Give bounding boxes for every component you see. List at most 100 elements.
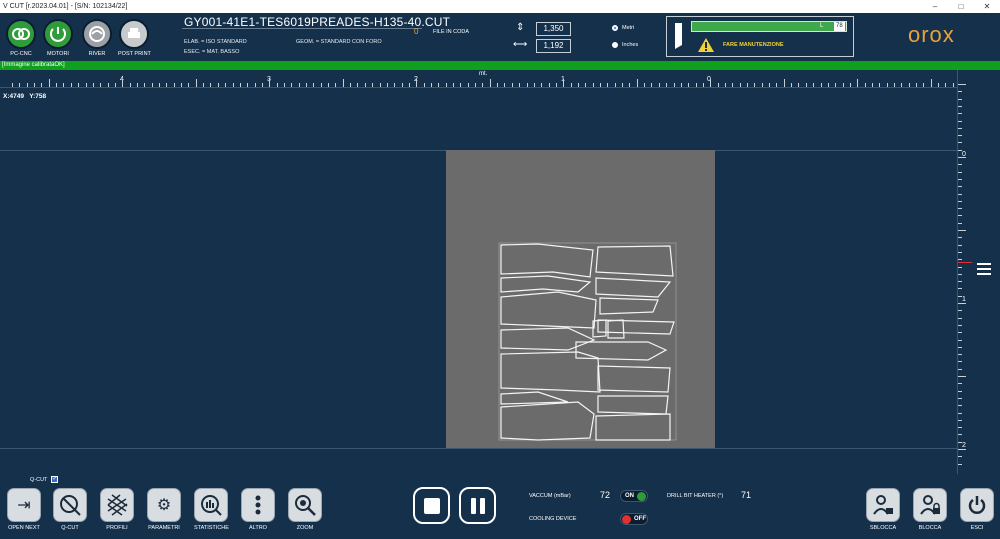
maximize-button[interactable]: □ [948,0,974,13]
window-titlebar: V CUT [r.2023.04.01] - [S/N: 102134/22] … [0,0,1000,13]
vruler-tick [958,142,962,144]
unlock-user-icon [866,488,900,522]
vruler-tick [958,332,962,334]
profili-button[interactable]: PROFILI [100,488,134,531]
vruler-tick [958,463,962,465]
maintenance-level-bar: L 78 [691,21,847,32]
ruler-tick [379,83,381,87]
ruler-tick [401,83,403,87]
vaccum-toggle[interactable]: ON [620,490,648,502]
cooling-toggle[interactable]: OFF [620,513,648,525]
ruler-tick [482,83,484,87]
ruler-tick [952,83,954,87]
river-icon [82,19,112,49]
vruler-tick [958,230,966,231]
vruler-tick [958,208,962,210]
ruler-tick [232,83,234,87]
horizontal-ruler: 4 3 2 1 0 mt. [0,70,957,88]
pause-icon [470,497,485,514]
parametri-button[interactable]: ⚙ PARAMETRI [147,488,181,531]
ruler-tick [19,83,21,87]
motori-button[interactable]: MOTORI [42,19,74,57]
ruler-tick [203,83,205,87]
ruler-tick [622,83,624,87]
vruler-tick [958,390,962,392]
qcut-checkbox[interactable]: Q-CUT ✓ [30,476,59,483]
ruler-tick [195,79,197,87]
blade-icon [675,23,682,49]
profiles-icon [100,488,134,522]
ruler-tick [938,83,940,87]
altro-button[interactable]: ALTRO [241,488,275,531]
file-name: GY001-41E1-TES6019PREADES-H135-40.CUT [184,15,451,29]
zoom-icon [288,488,322,522]
qcut-label: Q-CUT [30,476,48,483]
close-button[interactable]: ✕ [974,0,1000,13]
radio-selected-icon [612,25,618,31]
ruler-tick [747,83,748,87]
ruler-tick [533,83,535,87]
width-icon: ⟷ [513,39,528,50]
ruler-tick [680,83,682,87]
minimize-button[interactable]: – [922,0,948,13]
queue-label: FILE IN CODA [433,29,470,35]
nesting-pieces[interactable] [498,242,678,442]
ruler-tick [894,83,895,87]
river-button[interactable]: RIVER [81,19,113,57]
file-underline [182,28,422,29]
printer-icon [119,19,149,49]
ruler-tick [85,83,87,87]
ruler-tick [92,83,94,87]
ruler-tick [188,83,190,87]
ruler-tick [386,83,388,87]
unit-metri-radio[interactable]: Metri [612,25,634,31]
width-field[interactable]: 1,192 [536,39,571,53]
ruler-tick [394,83,396,87]
vruler-tick [958,397,962,399]
ruler-tick [901,83,903,87]
ruler-tick [930,79,932,87]
queue-count: 0 [414,27,419,36]
vruler-tick [958,412,962,414]
drill-heater-value: 71 [741,490,752,500]
ruler-tick [886,83,888,87]
height-field[interactable]: 1,350 [536,22,571,36]
hamburger-menu-icon[interactable] [977,263,991,278]
vruler-label-1: 1 [962,296,966,303]
ruler-tick [364,83,366,87]
esci-button[interactable]: ESCI [960,488,994,531]
statistiche-button[interactable]: STATISTICHE [194,488,229,531]
motor-icon [43,19,73,49]
sblocca-button[interactable]: SBLOCCA [866,488,900,531]
vruler-tick [958,120,962,122]
ruler-tick [570,83,572,87]
brand-logo: orox [908,22,955,47]
pause-button[interactable] [459,487,496,524]
pc-cnc-button[interactable]: PC-CNC [5,19,37,57]
ruler-tick [225,83,227,87]
post-print-button[interactable]: POST PRINT [118,19,151,57]
open-next-button[interactable]: ⇥ OPEN NEXT [7,488,41,531]
stop-button[interactable] [413,487,450,524]
ruler-tick [666,83,668,87]
vruler-tick [958,339,962,341]
vruler-tick [958,259,962,261]
vruler-tick [958,178,962,180]
ruler-tick [541,83,543,87]
open-next-icon: ⇥ [7,488,41,522]
zoom-button[interactable]: ZOOM [288,488,322,531]
vaccum-value: 72 [600,490,611,500]
unit-inches-radio[interactable]: Inches [612,42,638,48]
qcut-button[interactable]: Q-CUT [53,488,87,531]
ruler-tick [342,79,344,87]
ruler-tick [107,83,109,87]
vruler-tick [958,237,962,239]
ruler-tick [644,83,646,87]
vruler-tick [958,354,962,356]
ruler-tick [408,83,410,87]
sblocca-label: SBLOCCA [869,525,897,531]
ruler-tick [504,83,506,87]
blocca-button[interactable]: BLOCCA [913,488,947,531]
vruler-tick [958,383,962,385]
ruler-tick [261,83,263,87]
